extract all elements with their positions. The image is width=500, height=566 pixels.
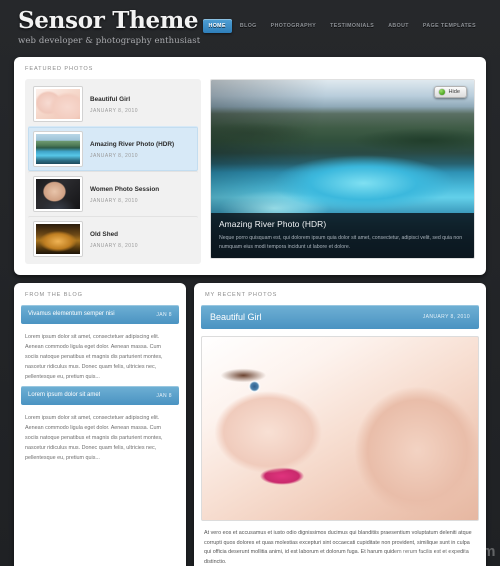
blog-post-date: JAN 8 <box>156 311 172 318</box>
nav-item-testimonials[interactable]: TESTIMONIALS <box>324 19 380 33</box>
nav-item-page-templates[interactable]: PAGE TEMPLATES <box>417 19 482 33</box>
my-recent-photos-panel: MY RECENT PHOTOS Beautiful Girl JANUARY … <box>194 283 486 566</box>
photo-date: JANUARY 8, 2010 <box>90 107 138 114</box>
nav-item-blog[interactable]: BLOG <box>234 19 263 33</box>
photo-date: JANUARY 8, 2010 <box>90 152 138 159</box>
photo-date: JANUARY 8, 2010 <box>90 197 138 204</box>
photo-meta: Amazing River Photo (HDR) JANUARY 8, 201… <box>90 140 174 159</box>
photo-thumbnail-icon <box>34 222 82 256</box>
caption-title: Amazing River Photo (HDR) <box>219 219 327 229</box>
blog-post-header[interactable]: Vivamus elementum semper nisi JAN 8 <box>21 305 179 324</box>
photo-thumbnail-icon <box>34 87 82 121</box>
blog-panel-inner: Vivamus elementum semper nisi JAN 8 Lore… <box>14 305 186 476</box>
photo-title: Women Photo Session <box>90 185 160 193</box>
featured-stage[interactable]: Hide Amazing River Photo (HDR) Neque por… <box>210 79 475 259</box>
nav-item-home[interactable]: HOME <box>202 19 232 33</box>
page-root: Sensor Theme web developer & photography… <box>0 0 500 566</box>
blog-post-body: Lorem ipsum dolor sit amet, consectetuer… <box>25 415 163 461</box>
featured-photos-panel: FEATURED PHOTOS Beautiful Girl JANUARY 8… <box>14 57 486 275</box>
blog-post-body: Lorem ipsum dolor sit amet, consectetuer… <box>25 334 163 380</box>
site-brand[interactable]: Sensor Theme web developer & photography… <box>18 6 200 47</box>
recent-panel-inner: Beautiful Girl JANUARY 8, 2010 At vero e… <box>194 305 486 566</box>
content-columns: FROM THE BLOG Vivamus elementum semper n… <box>14 283 486 566</box>
photo-title: Amazing River Photo (HDR) <box>90 140 175 148</box>
hide-button[interactable]: Hide <box>434 86 467 98</box>
photo-thumbnail-icon <box>34 132 82 166</box>
main-nav: HOME BLOG PHOTOGRAPHY TESTIMONIALS ABOUT… <box>202 19 483 33</box>
recent-panel-title: MY RECENT PHOTOS <box>205 292 278 298</box>
list-item[interactable]: Beautiful Girl JANUARY 8, 2010 <box>28 82 198 126</box>
featured-photo-list: Beautiful Girl JANUARY 8, 2010 Amazing R… <box>25 79 201 264</box>
photo-thumbnail-icon <box>34 177 82 211</box>
featured-caption: Amazing River Photo (HDR) Neque porro qu… <box>211 213 474 258</box>
photo-meta: Old Shed JANUARY 8, 2010 <box>90 230 138 249</box>
featured-panel-title: FEATURED PHOTOS <box>25 66 94 72</box>
photo-meta: Women Photo Session JANUARY 8, 2010 <box>90 185 159 204</box>
list-item[interactable]: Amazing River Photo (HDR) JANUARY 8, 201… <box>28 126 198 171</box>
recent-photo-header[interactable]: Beautiful Girl JANUARY 8, 2010 <box>201 305 479 329</box>
blog-post-title: Lorem ipsum dolor sit amet <box>28 392 101 398</box>
blog-panel-title: FROM THE BLOG <box>25 292 83 298</box>
hide-toggle-icon <box>439 89 446 95</box>
list-item[interactable]: Old Shed JANUARY 8, 2010 <box>28 216 198 261</box>
site-tagline: web developer & photography enthusiast <box>18 36 201 46</box>
caption-text: Neque porro quisquam est, qui dolorem ip… <box>219 235 463 250</box>
recent-photo-image[interactable] <box>201 336 479 521</box>
blog-post-header[interactable]: Lorem ipsum dolor sit amet JAN 8 <box>21 386 179 405</box>
nav-item-about[interactable]: ABOUT <box>382 19 415 33</box>
site-title: Sensor Theme <box>18 7 199 34</box>
photo-date: JANUARY 8, 2010 <box>90 242 138 249</box>
from-the-blog-panel: FROM THE BLOG Vivamus elementum semper n… <box>14 283 186 566</box>
hide-button-label: Hide <box>448 89 460 95</box>
featured-body: Beautiful Girl JANUARY 8, 2010 Amazing R… <box>14 79 486 264</box>
blog-post-date: JAN 8 <box>156 392 172 399</box>
photo-meta: Beautiful Girl JANUARY 8, 2010 <box>90 95 138 114</box>
photo-title: Old Shed <box>90 230 119 238</box>
site-header: Sensor Theme web developer & photography… <box>0 0 500 52</box>
nav-item-photography[interactable]: PHOTOGRAPHY <box>265 19 323 33</box>
recent-photo-title: Beautiful Girl <box>210 312 262 322</box>
list-item[interactable]: Women Photo Session JANUARY 8, 2010 <box>28 171 198 216</box>
photo-title: Beautiful Girl <box>90 95 131 103</box>
blog-post-title: Vivamus elementum semper nisi <box>28 311 115 317</box>
recent-photo-body: At vero eos et accusamus et iusto odio d… <box>204 530 472 565</box>
recent-photo-date: JANUARY 8, 2010 <box>422 314 470 320</box>
